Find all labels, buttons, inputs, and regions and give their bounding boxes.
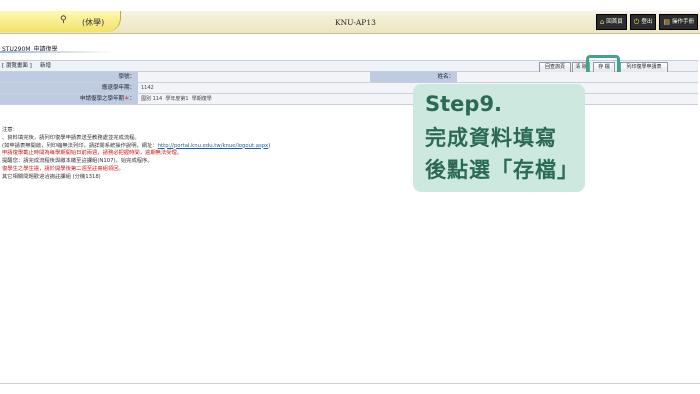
browser-page: ⚲ (休學) KNU-AP13 ⌂ 回首頁 ⏻ 登出 ▤ 操作手冊 STU290…: [0, 0, 700, 384]
apply-term-label-text: 申請復學之學年期: [79, 96, 124, 102]
user-status-label: (休學): [82, 18, 105, 27]
logout-icon: ⏻: [633, 18, 640, 26]
apply-semester-text: 學期復學: [191, 96, 212, 102]
home-button-label: 回首頁: [606, 19, 623, 25]
top-bar: ⚲ (休學) KNU-AP13 ⌂ 回首頁 ⏻ 登出 ▤ 操作手冊: [0, 11, 700, 34]
manual-button-label: 操作手冊: [671, 19, 694, 25]
student-id-label: 學號：: [0, 72, 138, 82]
user-tab[interactable]: ⚲ (休學): [0, 11, 121, 32]
home-button[interactable]: ⌂ 回首頁: [595, 14, 627, 30]
required-star: ＊: [123, 96, 130, 102]
student-id-row: 學號： 姓名：: [0, 72, 698, 83]
apply-type-select[interactable]: 國別: [141, 96, 151, 102]
top-buttons: ⌂ 回首頁 ⏻ 登出 ▤ 操作手冊: [595, 14, 698, 30]
name-field[interactable]: [457, 72, 698, 82]
callout-step: Step9.: [425, 92, 503, 116]
withdraw-term-label: 應退學年期：: [0, 83, 138, 93]
note-contact: 其它相關問題歡迎洽詢註課組 (分機1318): [2, 173, 101, 180]
home-icon: ⌂: [599, 18, 605, 26]
withdraw-term-row: 應退學年期： 1142: [0, 83, 698, 94]
apply-term-row: 申請復學之學年期＊： 國別 114 學年度第1 學期復學: [0, 94, 698, 105]
student-id-field[interactable]: [138, 72, 370, 82]
note-reminder: 提醒您：請完成流程後與繳本繳至註課組(N107)，始完成程序。: [2, 158, 153, 165]
breadcrumb-mode: 新增: [40, 63, 52, 69]
title-underline: [0, 51, 115, 53]
note-line-2-end: ): [268, 142, 271, 149]
note-line-2-text: (如申請表無開啟，列印縮無法列印，請詳閱系統操作說明，網址：: [2, 142, 158, 149]
breadcrumb-view: [ 瀏覽畫面 ]: [2, 63, 32, 69]
person-icon: ⚲: [60, 15, 67, 25]
manual-link[interactable]: http://portal.knu.edu.tw/knue/logout.asp…: [158, 143, 269, 149]
apply-term-label: 申請復學之學年期＊：: [0, 94, 138, 104]
callout-line-3: 後點選「存檔」: [425, 158, 579, 182]
apply-term-text: 學年度第1: [165, 96, 189, 102]
note-student-card: 復學生之學生證，請於開學後第二週至註冊組領回。: [2, 165, 124, 172]
manual-icon: ▤: [663, 18, 670, 26]
apply-year-input[interactable]: 114: [153, 96, 163, 102]
notes-header: 注意：: [2, 127, 18, 133]
notes-section: 注意： 、資料填完後，請列印復學申請表送至教務處並完成流程。 (如申請表無開啟，…: [2, 127, 270, 182]
name-label: 姓名：: [370, 72, 457, 82]
callout-line-2: 完成資料填寫: [425, 126, 557, 150]
tutorial-callout: Step9. 完成資料填寫 後點選「存檔」: [413, 84, 585, 192]
logout-button[interactable]: ⏻ 登出: [629, 14, 657, 30]
manual-button[interactable]: ▤ 操作手冊: [659, 14, 698, 30]
note-line-1: 、資料填完後，請列印復學申請表送至教務處並完成流程。: [2, 134, 140, 141]
logout-button-label: 登出: [641, 19, 653, 25]
app-title: KNU-AP13: [335, 18, 376, 27]
